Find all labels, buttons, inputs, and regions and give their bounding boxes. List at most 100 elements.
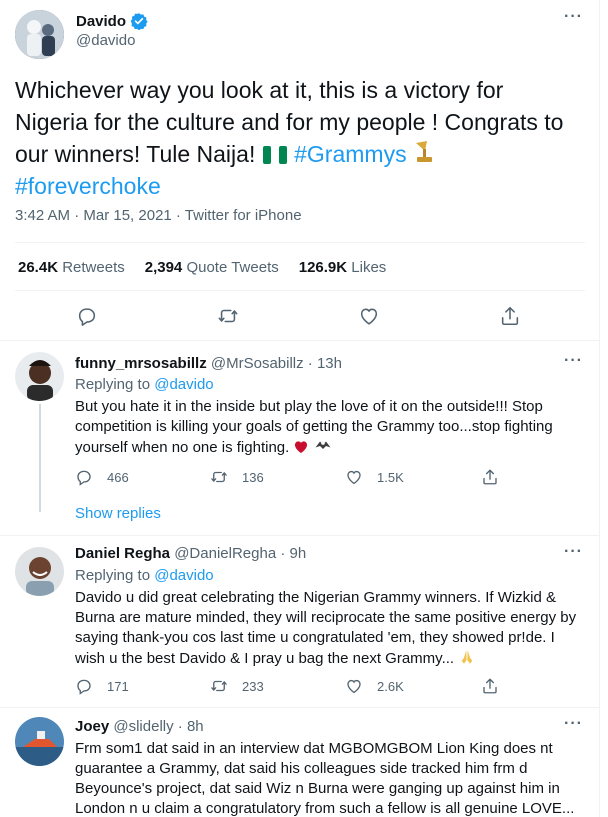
- quote-count: 2,394: [144, 259, 183, 276]
- divider: [15, 242, 585, 243]
- quote-tweets-stat[interactable]: 2,394 Quote Tweets: [145, 259, 279, 276]
- retweet-count: 233: [242, 678, 264, 694]
- likes-label: Likes: [351, 259, 387, 276]
- more-options-icon[interactable]: ···: [564, 8, 583, 26]
- verified-badge-icon: [130, 13, 148, 30]
- like-icon: [347, 470, 361, 485]
- reply-author-name[interactable]: Daniel Regha: [75, 545, 170, 562]
- reply-author-name[interactable]: funny_mrsosabillz: [75, 355, 207, 372]
- reply-icon[interactable]: [76, 305, 98, 327]
- share-icon[interactable]: [499, 305, 521, 327]
- reply-tweet[interactable]: Daniel Regha @DanielRegha · 9h ··· Reply…: [0, 535, 600, 707]
- thread-line: [39, 404, 41, 512]
- separator-dot: ·: [177, 718, 183, 735]
- share-icon: [483, 678, 497, 694]
- separator-dot: ·: [280, 545, 286, 562]
- tweet-text-line: Nigeria for the culture and for my peopl…: [15, 109, 564, 135]
- reply-time[interactable]: 9h: [290, 545, 307, 562]
- avatar-image: [15, 10, 64, 59]
- quote-label: Quote Tweets: [186, 259, 279, 276]
- reply-icon: [77, 470, 91, 486]
- like-count: 1.5K: [377, 469, 404, 485]
- share-icon: [483, 469, 497, 485]
- retweets-count: 26.4K: [18, 259, 59, 276]
- hashtag-link[interactable]: #foreverchoke: [15, 173, 161, 199]
- replying-to-handle[interactable]: @davido: [154, 376, 213, 393]
- reply-time[interactable]: 8h: [187, 718, 204, 735]
- reply-text: Davido u did great celebrating the Niger…: [75, 588, 590, 669]
- reply-text-line: competition is killing your goals of get…: [75, 418, 553, 435]
- like-count: 2.6K: [377, 678, 404, 694]
- tweet-text-line: Whichever way you look at it, this is a …: [15, 77, 504, 103]
- reply-text-segment: yourself when no one is fighting.: [75, 439, 290, 456]
- reply-text-line: Davido u did great celebrating the Niger…: [75, 589, 557, 606]
- red-heart-icon: [295, 441, 308, 453]
- reply-action-like[interactable]: 1.5K: [345, 468, 404, 486]
- reply-text-line: saying thank-you cos last time u congrat…: [75, 629, 555, 646]
- reply-header: Joey @slidelly · 8h: [75, 718, 204, 735]
- reply-author-name[interactable]: Joey: [75, 718, 109, 735]
- reply-author-handle[interactable]: @MrSosabillz: [211, 355, 304, 372]
- retweet-icon: [211, 471, 227, 483]
- retweets-stat[interactable]: 26.4K Retweets: [18, 259, 125, 276]
- hashtag-link[interactable]: #Grammys: [294, 141, 406, 167]
- separator-dot: ·: [307, 355, 313, 372]
- author-name[interactable]: Davido: [76, 12, 148, 30]
- reply-actions-bar: 171 233 2.6K: [75, 677, 535, 697]
- reply-icon: [77, 679, 91, 695]
- replying-to: Replying to @davido: [75, 376, 214, 393]
- reply-text: Frm som1 dat said in an interview dat MG…: [75, 739, 590, 817]
- reply-time[interactable]: 13h: [317, 355, 342, 372]
- divider: [15, 290, 585, 291]
- thread-dot: [39, 507, 41, 510]
- reply-author-handle[interactable]: @slidelly: [113, 718, 173, 735]
- more-options-icon[interactable]: ···: [564, 352, 583, 370]
- tweet-timestamp[interactable]: 3:42 AM · Mar 15, 2021 · Twitter for iPh…: [15, 207, 302, 224]
- reply-text-line: yourself when no one is fighting.: [75, 437, 590, 458]
- reply-text-line: guarantee a Grammy, dat said his colleag…: [75, 760, 528, 777]
- reply-header: funny_mrsosabillz @MrSosabillz · 13h: [75, 355, 342, 372]
- reply-text: But you hate it in the inside but play t…: [75, 397, 590, 458]
- likes-count: 126.9K: [298, 259, 348, 276]
- reply-tweet[interactable]: funny_mrsosabillz @MrSosabillz · 13h ···…: [0, 340, 600, 535]
- like-icon[interactable]: [358, 305, 380, 327]
- tweet-text-line: our winners! Tule Naija! #Grammys: [15, 138, 590, 170]
- reply-action-retweet[interactable]: 233: [210, 677, 264, 695]
- avatar[interactable]: [15, 10, 64, 59]
- reply-author-handle[interactable]: @DanielRegha: [174, 545, 276, 562]
- reply-action-share[interactable]: [481, 468, 499, 486]
- more-options-icon[interactable]: ···: [564, 715, 583, 733]
- likes-stat[interactable]: 126.9K Likes: [299, 259, 387, 276]
- more-options-icon[interactable]: ···: [564, 543, 583, 561]
- avatar-image: [15, 547, 64, 596]
- reply-action-reply[interactable]: 466: [75, 468, 129, 486]
- reply-text-line: Burna are mature minded, they will recip…: [75, 609, 577, 626]
- reply-text-line: Beyounce's project, dat said Wiz n Burna…: [75, 780, 560, 797]
- reply-tweet[interactable]: Joey @slidelly · 8h ··· Frm som1 dat sai…: [0, 707, 600, 817]
- tweet-detail-panel: Davido @davido ··· Whichever way you loo…: [0, 0, 600, 817]
- author-name-text[interactable]: Davido: [76, 13, 126, 30]
- tweet-text: Whichever way you look at it, this is a …: [15, 74, 590, 202]
- reply-count: 466: [107, 469, 129, 485]
- reply-header: Daniel Regha @DanielRegha · 9h: [75, 545, 306, 562]
- author-handle[interactable]: @davido: [76, 32, 135, 49]
- replying-to-handle[interactable]: @davido: [154, 567, 213, 584]
- avatar[interactable]: [15, 547, 64, 596]
- reply-count: 171: [107, 678, 129, 694]
- retweet-icon: [211, 680, 227, 692]
- reply-text-line: London n u claim a congratulatory from s…: [75, 800, 575, 817]
- tweet-stats: 26.4K Retweets 2,394 Quote Tweets 126.9K…: [18, 259, 386, 276]
- show-replies-link[interactable]: Show replies: [75, 505, 161, 522]
- reply-action-like[interactable]: 2.6K: [345, 677, 404, 695]
- reply-action-retweet[interactable]: 136: [210, 468, 264, 486]
- avatar[interactable]: [15, 352, 64, 401]
- tweet-text-segment: our winners! Tule Naija!: [15, 141, 256, 167]
- reply-action-reply[interactable]: 171: [75, 677, 129, 695]
- tweet-text-line: #foreverchoke: [15, 170, 590, 202]
- folded-hands-icon: [462, 650, 473, 664]
- reply-actions-bar: 466 136 1.5K: [75, 468, 535, 488]
- avatar[interactable]: [15, 717, 64, 766]
- reply-action-share[interactable]: [481, 677, 499, 695]
- retweet-count: 136: [242, 469, 264, 485]
- retweet-icon[interactable]: [217, 305, 239, 327]
